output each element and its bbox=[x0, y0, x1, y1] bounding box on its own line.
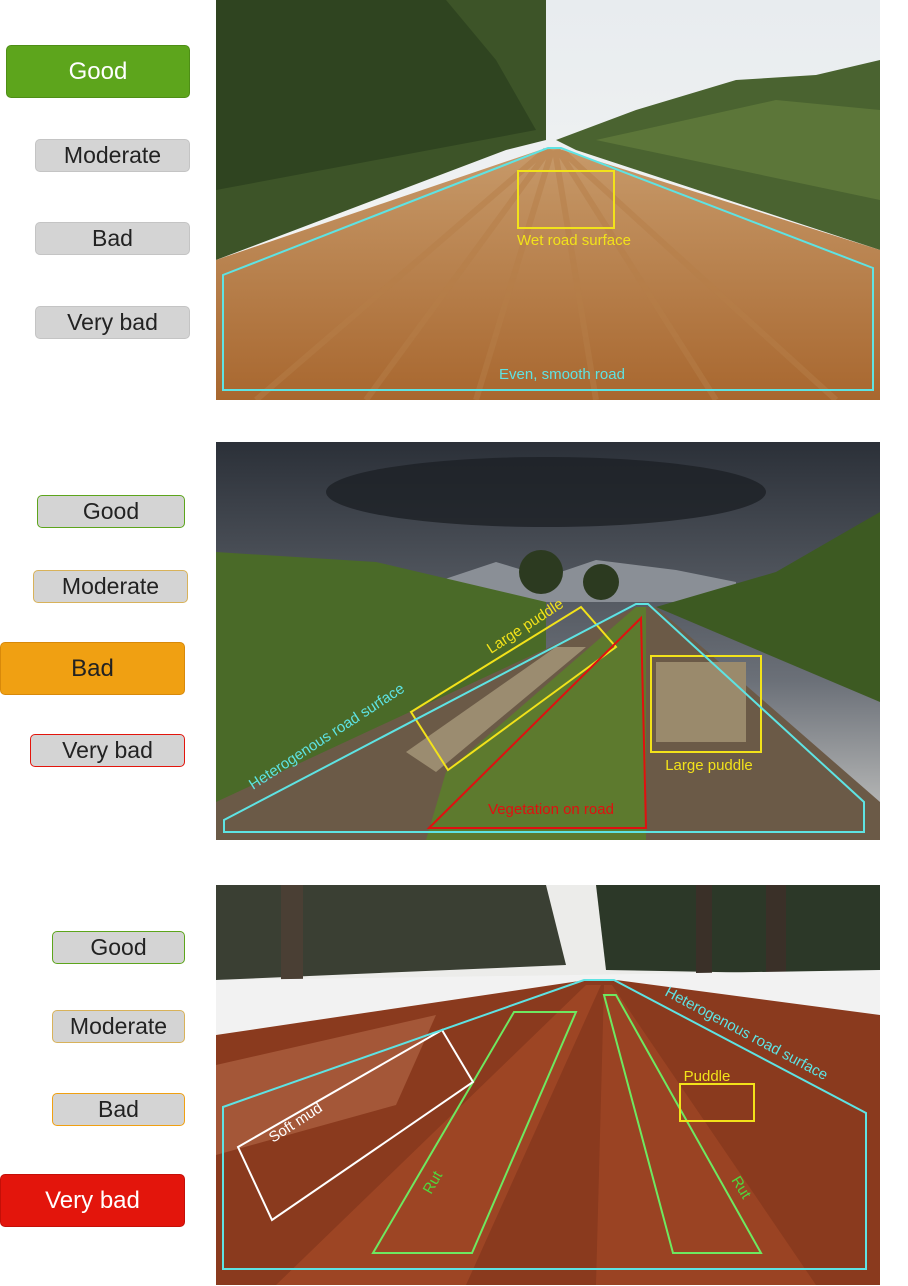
rating-button-good[interactable]: Good bbox=[37, 495, 185, 528]
rating-label: Bad bbox=[98, 1096, 139, 1122]
rating-button-very-bad[interactable]: Very bad bbox=[35, 306, 190, 339]
rating-label: Moderate bbox=[63, 142, 162, 168]
rating-label: Very bad bbox=[62, 737, 153, 763]
annotation-label: Vegetation on road bbox=[488, 801, 614, 818]
rating-label: Good bbox=[82, 498, 140, 524]
rating-label: Very bad bbox=[67, 309, 158, 335]
rating-button-moderate[interactable]: Moderate bbox=[33, 570, 188, 603]
annotation-label: Large puddle bbox=[665, 757, 753, 774]
rating-label: Moderate bbox=[61, 573, 160, 599]
rating-button-bad[interactable]: Bad bbox=[35, 222, 190, 255]
rating-label: Good bbox=[90, 934, 147, 960]
road-photo-muddy-track: Rut Rut Puddle Soft mud Heterogenous roa… bbox=[216, 885, 880, 1285]
annotation-label: Even, smooth road bbox=[499, 366, 625, 383]
rating-label: Bad bbox=[92, 225, 133, 251]
rating-label: Very bad bbox=[45, 1186, 140, 1214]
rating-button-moderate[interactable]: Moderate bbox=[52, 1010, 185, 1043]
rating-label: Good bbox=[68, 57, 128, 85]
rating-label: Bad bbox=[71, 654, 114, 682]
rating-button-good[interactable]: Good bbox=[52, 931, 185, 964]
road-photo-wet-track: Large puddle Large puddle Vegetation on … bbox=[216, 442, 880, 840]
road-photo-dirt-road: Wet road surface Even, smooth road bbox=[216, 0, 880, 400]
rating-label: Moderate bbox=[69, 1013, 168, 1039]
rating-button-very-bad[interactable]: Very bad bbox=[30, 734, 185, 767]
rating-button-good[interactable]: Good bbox=[6, 45, 190, 98]
rating-button-bad[interactable]: Bad bbox=[52, 1093, 185, 1126]
annotation-label: Wet road surface bbox=[517, 232, 631, 249]
rating-button-moderate[interactable]: Moderate bbox=[35, 139, 190, 172]
rating-button-bad[interactable]: Bad bbox=[0, 642, 185, 695]
annotation-label: Puddle bbox=[684, 1068, 731, 1085]
rating-button-very-bad[interactable]: Very bad bbox=[0, 1174, 185, 1227]
